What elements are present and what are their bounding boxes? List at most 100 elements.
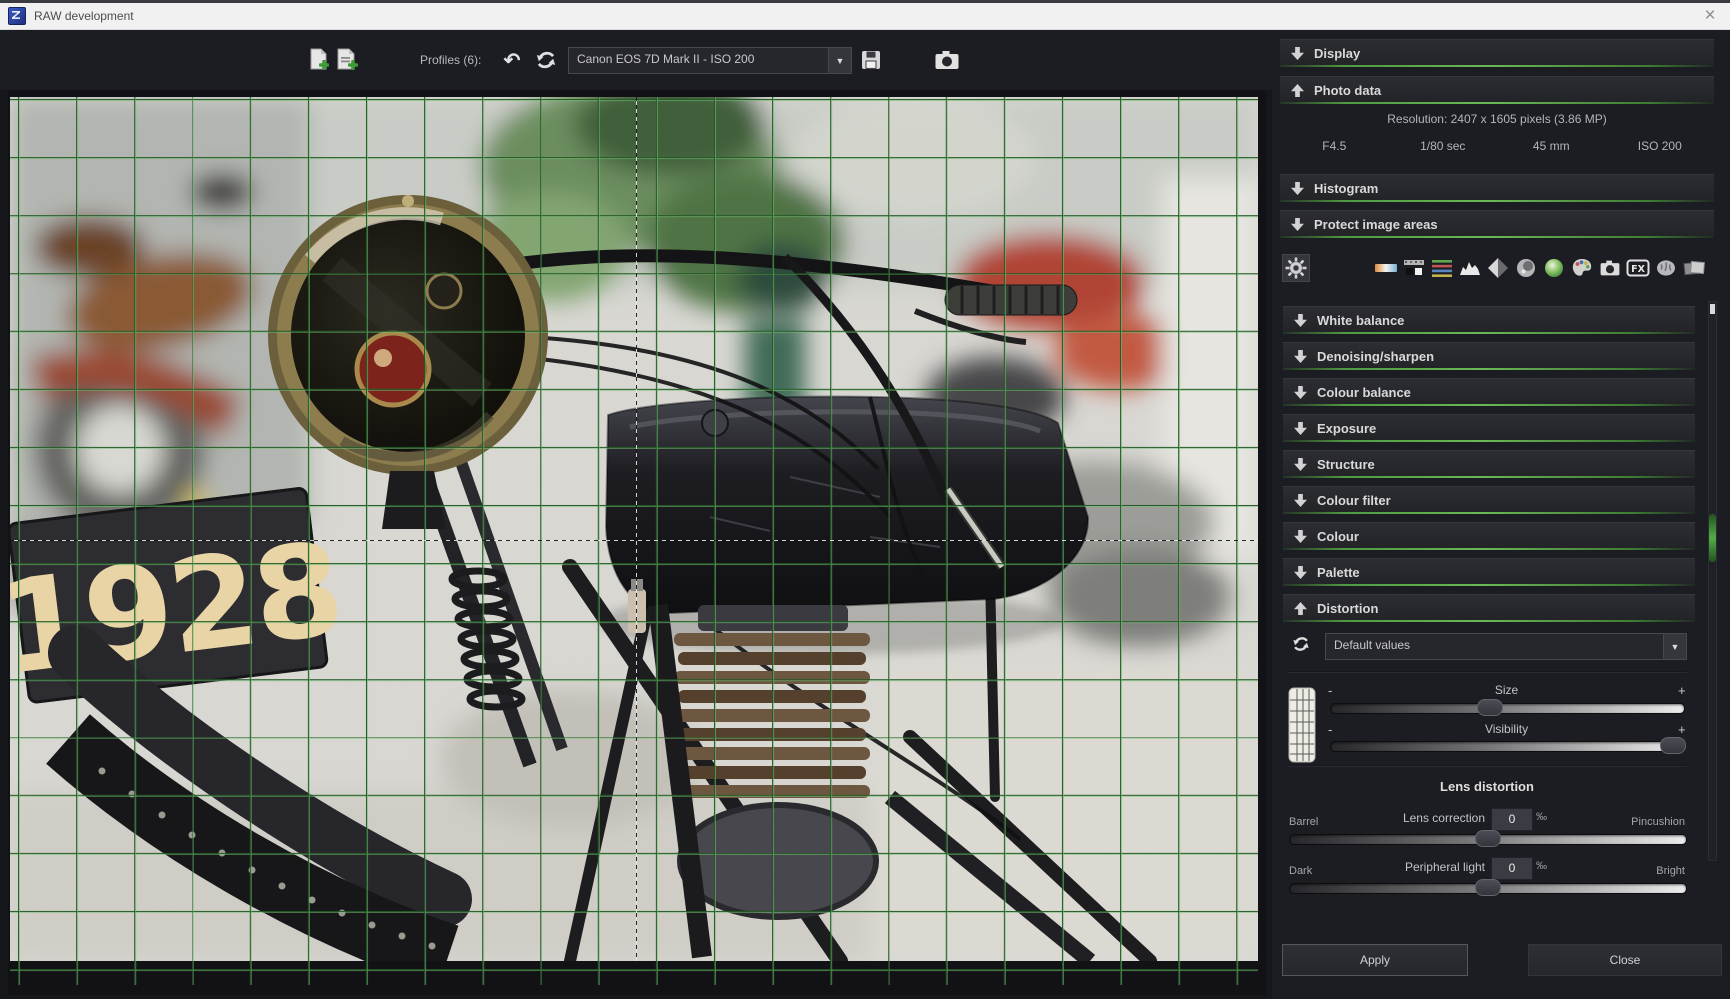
tool-icon-row: FX <box>1370 254 1706 282</box>
fx-label: FX <box>1631 264 1645 275</box>
focal-length-value: 45 mm <box>1532 139 1570 153</box>
add-profile-icon <box>310 48 329 70</box>
panel-title-structure: Structure <box>1317 457 1375 472</box>
distortion-reset-button[interactable] <box>1287 631 1315 657</box>
add-profile-button[interactable] <box>306 46 332 74</box>
peripheral-light-handle[interactable] <box>1475 879 1501 896</box>
panel-header-structure[interactable]: Structure <box>1283 450 1695 478</box>
size-plus-button[interactable]: + <box>1678 683 1686 698</box>
image-canvas[interactable]: 1928 <box>8 90 1266 995</box>
peripheral-light-value[interactable]: 0 <box>1491 857 1533 880</box>
chevron-down-icon <box>1294 566 1307 579</box>
close-button[interactable]: Close <box>1528 944 1722 976</box>
film-profiles-icon[interactable] <box>1682 256 1706 280</box>
aperture-value: F4.5 <box>1322 139 1347 153</box>
peripheral-light-unit: ‰ <box>1536 860 1547 872</box>
brain-icon[interactable] <box>1654 256 1678 280</box>
scrollbar-position-indicator <box>1709 514 1716 562</box>
sidebar-scrollbar[interactable] <box>1708 301 1717 861</box>
add-profile-with-settings-button[interactable] <box>334 46 360 74</box>
close-window-button[interactable]: × <box>1698 4 1722 28</box>
undo-button[interactable]: ↶ <box>499 46 525 74</box>
lens-distortion-title: Lens distortion <box>1440 779 1534 794</box>
panel-title-colour: Colour <box>1317 529 1359 544</box>
size-label: Size <box>1494 683 1519 697</box>
colour-balance-icon[interactable] <box>1430 256 1454 280</box>
distortion-preset-select[interactable]: Default values ▼ <box>1325 633 1687 660</box>
panel-header-display[interactable]: Display <box>1280 39 1714 67</box>
settings-sidebar: Display Photo data Resolution: 2407 x 16… <box>1272 30 1730 999</box>
peripheral-light-slider[interactable] <box>1289 879 1687 896</box>
motorcycle-photo: 1928 <box>10 97 1258 961</box>
panel-header-exposure[interactable]: Exposure <box>1283 414 1695 442</box>
size-slider-handle[interactable] <box>1476 699 1503 716</box>
colour-filter-icon[interactable] <box>1514 256 1538 280</box>
window-title: RAW development <box>34 9 134 23</box>
chevron-down-icon <box>1294 530 1307 543</box>
camera-icon[interactable] <box>1598 256 1622 280</box>
apply-button[interactable]: Apply <box>1282 944 1468 976</box>
settings-button[interactable] <box>1282 254 1310 282</box>
app-icon <box>8 7 26 25</box>
visibility-label: Visibility <box>1484 722 1529 736</box>
panel-header-protect-areas[interactable]: Protect image areas <box>1280 210 1714 238</box>
panel-header-denoising[interactable]: Denoising/sharpen <box>1283 342 1695 370</box>
divider <box>1287 671 1687 673</box>
divider <box>1287 765 1687 767</box>
visibility-slider[interactable] <box>1330 737 1687 754</box>
grid-preview-icon <box>1287 686 1317 769</box>
chevron-down-icon[interactable]: ▼ <box>828 48 851 73</box>
save-profile-button[interactable] <box>858 46 884 74</box>
raw-development-window: RAW development × Profiles (6): ↶ Canon … <box>0 0 1730 999</box>
lens-correction-slider[interactable] <box>1289 830 1687 847</box>
panel-title-colour-filter: Colour filter <box>1317 493 1391 508</box>
chevron-down-icon <box>1294 386 1307 399</box>
panel-header-colour-balance[interactable]: Colour balance <box>1283 378 1695 406</box>
reload-profile-button[interactable] <box>533 46 559 74</box>
panel-header-photo-data[interactable]: Photo data <box>1280 76 1714 104</box>
panel-title-photo-data: Photo data <box>1314 83 1382 98</box>
sync-icon <box>536 51 556 69</box>
panel-title-distortion: Distortion <box>1317 601 1379 616</box>
profiles-count-label: Profiles (6): <box>420 53 482 67</box>
denoising-sharpen-icon[interactable] <box>1402 256 1426 280</box>
floppy-icon <box>862 51 880 69</box>
lens-correction-handle[interactable] <box>1475 830 1501 847</box>
dark-label: Dark <box>1289 865 1313 877</box>
lens-correction-unit: ‰ <box>1536 811 1547 823</box>
camera-preview-button[interactable] <box>934 46 960 74</box>
titlebar: RAW development × <box>0 3 1730 30</box>
panel-title-white-balance: White balance <box>1317 313 1405 328</box>
chevron-down-icon[interactable]: ▼ <box>1663 634 1686 659</box>
colour-ball-icon[interactable] <box>1542 256 1566 280</box>
peripheral-light-label: Peripheral light <box>1404 860 1485 874</box>
palette-icon[interactable] <box>1570 256 1594 280</box>
shutter-speed-value: 1/80 sec <box>1420 139 1466 153</box>
exposure-histogram-icon[interactable] <box>1458 256 1482 280</box>
size-slider[interactable] <box>1330 699 1685 716</box>
panel-header-histogram[interactable]: Histogram <box>1280 174 1714 202</box>
chevron-down-icon <box>1291 47 1304 60</box>
white-balance-icon[interactable] <box>1374 256 1398 280</box>
camera-icon <box>935 51 959 69</box>
visibility-plus-button[interactable]: + <box>1678 722 1686 737</box>
panel-header-colour[interactable]: Colour <box>1283 522 1695 550</box>
panel-title-colour-balance: Colour balance <box>1317 385 1411 400</box>
chevron-down-icon <box>1294 458 1307 471</box>
structure-icon[interactable] <box>1486 256 1510 280</box>
lens-correction-value[interactable]: 0 <box>1491 808 1533 831</box>
panel-header-distortion[interactable]: Distortion <box>1283 594 1695 622</box>
resolution-text: Resolution: 2407 x 1605 pixels (3.86 MP) <box>1387 112 1607 126</box>
visibility-slider-handle[interactable] <box>1660 737 1687 754</box>
profile-select[interactable]: Canon EOS 7D Mark II - ISO 200 ▼ <box>568 47 852 74</box>
panel-header-palette[interactable]: Palette <box>1283 558 1695 586</box>
panel-header-white-balance[interactable]: White balance <box>1283 306 1695 334</box>
iso-value: ISO 200 <box>1637 139 1682 153</box>
effects-fx-icon[interactable]: FX <box>1626 256 1650 280</box>
scrollbar-thumb[interactable] <box>1710 304 1715 314</box>
chevron-down-icon <box>1294 314 1307 327</box>
chevron-down-icon <box>1294 350 1307 363</box>
panel-header-colour-filter[interactable]: Colour filter <box>1283 486 1695 514</box>
undo-icon: ↶ <box>503 49 521 72</box>
chevron-up-icon <box>1291 84 1304 97</box>
